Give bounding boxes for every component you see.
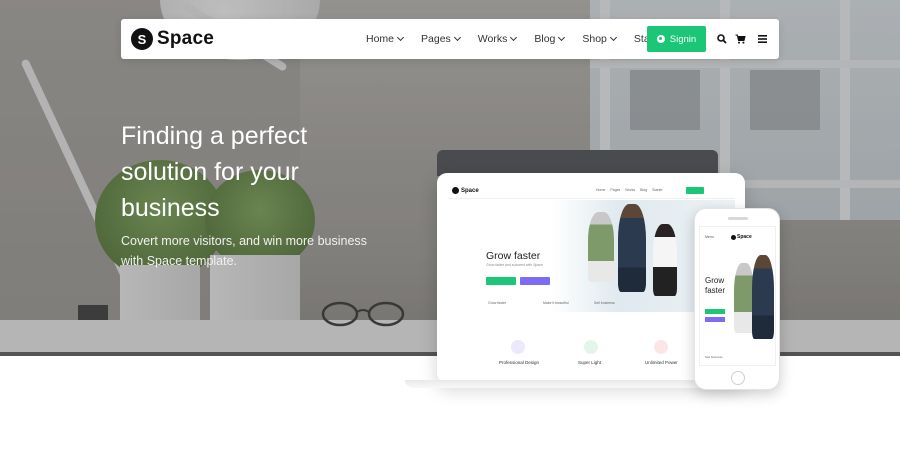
phone-green-button: [705, 309, 725, 314]
mini-hero: Grow faster Grow faster and succeed with…: [448, 200, 735, 312]
chevron-down-icon: [558, 33, 566, 42]
mini-card-label: Super Light: [578, 360, 602, 365]
phone-speaker: [728, 217, 748, 220]
landing-page: S Space Home Pages Works Blog Shop Signi…: [0, 0, 900, 450]
phone-home-button: [731, 371, 745, 385]
hero-subtitle: Covert more visitors, and win more busin…: [121, 234, 367, 268]
menu-item-label: Blog: [534, 33, 556, 45]
menu-item-works[interactable]: Works: [469, 19, 526, 59]
cart-icon[interactable]: [733, 32, 747, 46]
phone-hero-title: Grow faster: [705, 276, 726, 295]
mini-get-started-button: [486, 277, 516, 285]
chevron-down-icon: [609, 33, 617, 42]
mini-learn-more-button: [520, 277, 550, 285]
menu-item-pages[interactable]: Pages: [412, 19, 469, 59]
phone-menu-label: Menu: [705, 235, 714, 239]
mini-card-label: Professional Design: [499, 360, 540, 365]
logo-text: Space: [157, 28, 214, 49]
signin-label: Signin: [669, 33, 697, 45]
phone-logo: Space: [731, 234, 752, 240]
phone-mockup: Menu Space Grow faster Sell business: [694, 208, 780, 390]
user-icon: [656, 35, 665, 43]
hamburger-icon[interactable]: [755, 32, 769, 46]
chevron-down-icon: [510, 33, 518, 42]
rocket-icon: [654, 340, 668, 354]
mini-signin-button: [686, 187, 704, 194]
mini-menu: Home Pages Works Blog Starter: [596, 188, 663, 192]
menu-item-home[interactable]: Home: [357, 19, 412, 59]
site-logo[interactable]: S Space: [131, 28, 214, 50]
mini-logo: Space: [452, 187, 479, 194]
top-navbar: S Space Home Pages Works Blog Shop Signi…: [121, 19, 779, 59]
mini-hero-subtitle: Grow faster and succeed with Space: [486, 263, 544, 267]
plant-icon: [584, 340, 598, 354]
menu-item-label: Pages: [421, 33, 451, 45]
menu-item-label: Works: [477, 33, 508, 45]
menu-item-blog[interactable]: Blog: [525, 19, 573, 59]
phone-purple-button: [705, 317, 725, 322]
menu-item-shop[interactable]: Shop: [573, 19, 625, 59]
mini-hero-title: Grow faster: [486, 250, 541, 262]
logo-mark: S: [131, 28, 153, 50]
signin-button[interactable]: Signin: [647, 26, 706, 52]
mini-card-label: Unlimited Power: [645, 360, 678, 365]
laptop-screen: Space Home Pages Works Blog Starter Grow…: [448, 183, 735, 373]
mini-navbar: Space Home Pages Works Blog Starter: [448, 183, 735, 199]
menu-item-label: Home: [366, 33, 395, 45]
mini-feature-2: Make it beautiful: [543, 301, 569, 305]
mini-feature-3: Sell business: [594, 301, 615, 305]
mini-feature-1: Grow faster: [488, 301, 507, 305]
phone-screen: Menu Space Grow faster Sell business: [699, 226, 776, 366]
chevron-down-icon: [396, 33, 405, 42]
chevron-down-icon: [453, 33, 461, 42]
trophy-icon: [511, 340, 525, 354]
phone-feature-label: Sell business: [705, 355, 723, 359]
hero-heading: Finding a perfect solution for your busi…: [121, 122, 308, 222]
main-menu: Home Pages Works Blog Shop Starter: [357, 19, 674, 59]
menu-item-label: Shop: [582, 33, 607, 45]
search-icon[interactable]: [715, 32, 729, 46]
